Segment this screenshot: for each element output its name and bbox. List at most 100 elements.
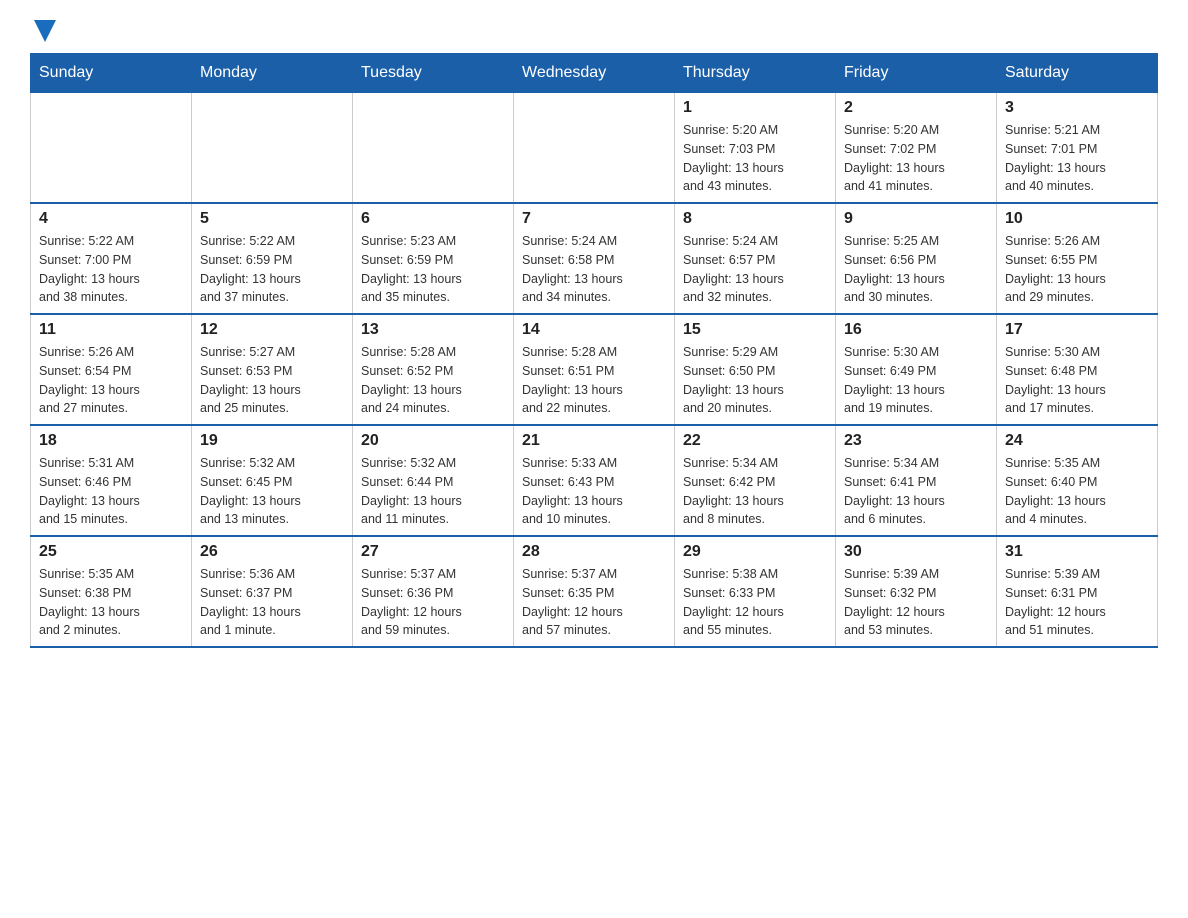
day-number: 25: [39, 543, 183, 561]
day-info: Sunrise: 5:29 AM Sunset: 6:50 PM Dayligh…: [683, 343, 827, 418]
day-info: Sunrise: 5:25 AM Sunset: 6:56 PM Dayligh…: [844, 232, 988, 307]
day-number: 16: [844, 321, 988, 339]
day-number: 29: [683, 543, 827, 561]
day-cell: 14 Sunrise: 5:28 AM Sunset: 6:51 PM Dayli…: [514, 314, 675, 425]
week-row-5: 25 Sunrise: 5:35 AM Sunset: 6:38 PM Dayli…: [31, 536, 1158, 647]
day-cell: [514, 93, 675, 204]
day-number: 31: [1005, 543, 1149, 561]
day-info: Sunrise: 5:37 AM Sunset: 6:36 PM Dayligh…: [361, 565, 505, 640]
day-cell: [31, 93, 192, 204]
day-info: Sunrise: 5:30 AM Sunset: 6:48 PM Dayligh…: [1005, 343, 1149, 418]
day-number: 30: [844, 543, 988, 561]
day-info: Sunrise: 5:23 AM Sunset: 6:59 PM Dayligh…: [361, 232, 505, 307]
day-cell: 5Sunrise: 5:22 AM Sunset: 6:59 PM Daylig…: [192, 203, 353, 314]
day-cell: [192, 93, 353, 204]
day-cell: 25 Sunrise: 5:35 AM Sunset: 6:38 PM Dayli…: [31, 536, 192, 647]
day-info: Sunrise: 5:35 AM Sunset: 6:40 PM Dayligh…: [1005, 454, 1149, 529]
day-number: 28: [522, 543, 666, 561]
logo: [30, 20, 56, 43]
day-cell: 31 Sunrise: 5:39 AM Sunset: 6:31 PM Dayli…: [997, 536, 1158, 647]
day-number: 1: [683, 99, 827, 117]
day-number: 26: [200, 543, 344, 561]
day-info: Sunrise: 5:26 AM Sunset: 6:54 PM Dayligh…: [39, 343, 183, 418]
day-cell: 23 Sunrise: 5:34 AM Sunset: 6:41 PM Dayli…: [836, 425, 997, 536]
logo-icon: [30, 20, 56, 43]
day-info: Sunrise: 5:38 AM Sunset: 6:33 PM Dayligh…: [683, 565, 827, 640]
day-number: 13: [361, 321, 505, 339]
day-cell: 28Sunrise: 5:37 AM Sunset: 6:35 PM Dayli…: [514, 536, 675, 647]
day-cell: 7 Sunrise: 5:24 AM Sunset: 6:58 PM Daylig…: [514, 203, 675, 314]
day-info: Sunrise: 5:32 AM Sunset: 6:45 PM Dayligh…: [200, 454, 344, 529]
day-info: Sunrise: 5:24 AM Sunset: 6:57 PM Dayligh…: [683, 232, 827, 307]
day-number: 7: [522, 210, 666, 228]
day-number: 22: [683, 432, 827, 450]
week-row-3: 11 Sunrise: 5:26 AM Sunset: 6:54 PM Dayli…: [31, 314, 1158, 425]
day-cell: 2 Sunrise: 5:20 AM Sunset: 7:02 PM Daylig…: [836, 93, 997, 204]
week-row-1: 1 Sunrise: 5:20 AM Sunset: 7:03 PM Daylig…: [31, 93, 1158, 204]
header-tuesday: Tuesday: [353, 54, 514, 93]
day-info: Sunrise: 5:33 AM Sunset: 6:43 PM Dayligh…: [522, 454, 666, 529]
header-friday: Friday: [836, 54, 997, 93]
day-info: Sunrise: 5:36 AM Sunset: 6:37 PM Dayligh…: [200, 565, 344, 640]
day-info: Sunrise: 5:20 AM Sunset: 7:02 PM Dayligh…: [844, 121, 988, 196]
calendar-header-row: SundayMondayTuesdayWednesdayThursdayFrid…: [31, 54, 1158, 93]
day-cell: 11 Sunrise: 5:26 AM Sunset: 6:54 PM Dayli…: [31, 314, 192, 425]
day-number: 21: [522, 432, 666, 450]
day-cell: 18 Sunrise: 5:31 AM Sunset: 6:46 PM Dayli…: [31, 425, 192, 536]
day-cell: 15 Sunrise: 5:29 AM Sunset: 6:50 PM Dayli…: [675, 314, 836, 425]
calendar-table: SundayMondayTuesdayWednesdayThursdayFrid…: [30, 53, 1158, 648]
week-row-4: 18 Sunrise: 5:31 AM Sunset: 6:46 PM Dayli…: [31, 425, 1158, 536]
day-cell: 10 Sunrise: 5:26 AM Sunset: 6:55 PM Dayli…: [997, 203, 1158, 314]
day-number: 10: [1005, 210, 1149, 228]
day-info: Sunrise: 5:32 AM Sunset: 6:44 PM Dayligh…: [361, 454, 505, 529]
header-wednesday: Wednesday: [514, 54, 675, 93]
header-saturday: Saturday: [997, 54, 1158, 93]
day-cell: 22 Sunrise: 5:34 AM Sunset: 6:42 PM Dayli…: [675, 425, 836, 536]
day-info: Sunrise: 5:34 AM Sunset: 6:42 PM Dayligh…: [683, 454, 827, 529]
day-number: 17: [1005, 321, 1149, 339]
day-cell: 3 Sunrise: 5:21 AM Sunset: 7:01 PM Daylig…: [997, 93, 1158, 204]
day-number: 9: [844, 210, 988, 228]
day-cell: 30 Sunrise: 5:39 AM Sunset: 6:32 PM Dayli…: [836, 536, 997, 647]
day-cell: 6 Sunrise: 5:23 AM Sunset: 6:59 PM Daylig…: [353, 203, 514, 314]
day-number: 20: [361, 432, 505, 450]
day-info: Sunrise: 5:28 AM Sunset: 6:51 PM Dayligh…: [522, 343, 666, 418]
day-number: 14: [522, 321, 666, 339]
day-number: 27: [361, 543, 505, 561]
logo-triangle-icon: [34, 20, 56, 42]
day-number: 2: [844, 99, 988, 117]
page-header: [30, 20, 1158, 43]
day-info: Sunrise: 5:20 AM Sunset: 7:03 PM Dayligh…: [683, 121, 827, 196]
header-monday: Monday: [192, 54, 353, 93]
day-number: 15: [683, 321, 827, 339]
day-cell: 24Sunrise: 5:35 AM Sunset: 6:40 PM Dayli…: [997, 425, 1158, 536]
day-info: Sunrise: 5:39 AM Sunset: 6:31 PM Dayligh…: [1005, 565, 1149, 640]
day-info: Sunrise: 5:34 AM Sunset: 6:41 PM Dayligh…: [844, 454, 988, 529]
day-number: 12: [200, 321, 344, 339]
day-info: Sunrise: 5:39 AM Sunset: 6:32 PM Dayligh…: [844, 565, 988, 640]
day-cell: 13 Sunrise: 5:28 AM Sunset: 6:52 PM Dayli…: [353, 314, 514, 425]
day-number: 23: [844, 432, 988, 450]
day-number: 11: [39, 321, 183, 339]
day-info: Sunrise: 5:21 AM Sunset: 7:01 PM Dayligh…: [1005, 121, 1149, 196]
day-number: 19: [200, 432, 344, 450]
day-cell: 4Sunrise: 5:22 AM Sunset: 7:00 PM Daylig…: [31, 203, 192, 314]
day-info: Sunrise: 5:24 AM Sunset: 6:58 PM Dayligh…: [522, 232, 666, 307]
week-row-2: 4Sunrise: 5:22 AM Sunset: 7:00 PM Daylig…: [31, 203, 1158, 314]
day-number: 4: [39, 210, 183, 228]
day-cell: 1 Sunrise: 5:20 AM Sunset: 7:03 PM Daylig…: [675, 93, 836, 204]
day-info: Sunrise: 5:28 AM Sunset: 6:52 PM Dayligh…: [361, 343, 505, 418]
day-number: 8: [683, 210, 827, 228]
day-cell: [353, 93, 514, 204]
day-info: Sunrise: 5:31 AM Sunset: 6:46 PM Dayligh…: [39, 454, 183, 529]
day-number: 5: [200, 210, 344, 228]
header-thursday: Thursday: [675, 54, 836, 93]
day-number: 3: [1005, 99, 1149, 117]
day-info: Sunrise: 5:30 AM Sunset: 6:49 PM Dayligh…: [844, 343, 988, 418]
day-cell: 9 Sunrise: 5:25 AM Sunset: 6:56 PM Daylig…: [836, 203, 997, 314]
day-info: Sunrise: 5:35 AM Sunset: 6:38 PM Dayligh…: [39, 565, 183, 640]
day-info: Sunrise: 5:26 AM Sunset: 6:55 PM Dayligh…: [1005, 232, 1149, 307]
day-cell: 21 Sunrise: 5:33 AM Sunset: 6:43 PM Dayli…: [514, 425, 675, 536]
day-number: 18: [39, 432, 183, 450]
day-number: 6: [361, 210, 505, 228]
